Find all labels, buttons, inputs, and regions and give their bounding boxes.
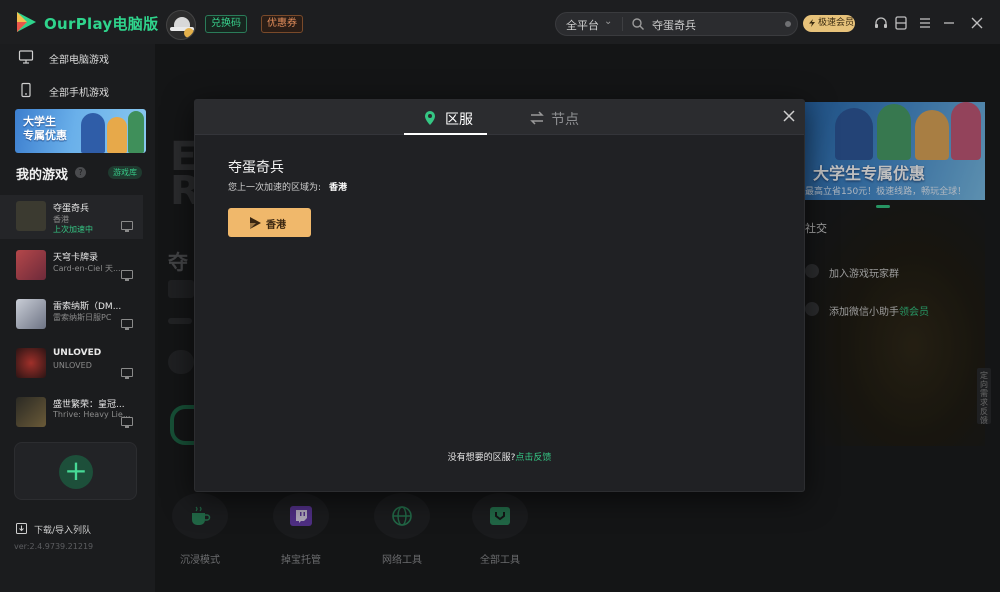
game-name: 雷索纳斯（DM...: [53, 302, 122, 312]
game-name: 夺蛋奇兵: [53, 204, 90, 214]
feedback-prefix: 没有想要的区服?: [447, 453, 516, 463]
download-icon: [16, 523, 27, 534]
tab-label: 节点: [551, 112, 579, 128]
title-bar: OurPlay电脑版 兑换码 优惠券 全平台 ⌄ 夺蛋奇兵 极速会员: [0, 0, 1000, 44]
platform-select[interactable]: 全平台: [566, 17, 599, 33]
search-input[interactable]: 夺蛋奇兵: [652, 17, 696, 33]
last-region-info: 您上一次加速的区域为: 香港: [228, 180, 347, 193]
vip-button[interactable]: 极速会员: [803, 15, 855, 32]
game-library-button[interactable]: 游戏库: [108, 166, 142, 179]
search-icon: [632, 18, 644, 30]
download-label: 下载/导入列队: [34, 526, 92, 536]
region-feedback: 没有想要的区服?点击反馈: [195, 450, 804, 463]
monitor-icon: [18, 50, 34, 64]
game-name: 盛世繁荣：皇冠...: [53, 400, 125, 410]
pc-platform-icon: [121, 368, 133, 379]
phone-icon: [21, 82, 31, 98]
tab-label: 区服: [445, 112, 473, 128]
game-list-item[interactable]: 雷索纳斯（DM... 雷索纳斯日服PC: [0, 293, 143, 337]
sidebar-item-pc-games[interactable]: 全部电脑游戏: [18, 47, 148, 67]
pc-platform-icon: [121, 417, 133, 428]
game-subtitle: 雷索纳斯日服PC: [53, 313, 112, 322]
switch-arrows-icon: [530, 111, 544, 125]
close-window-icon[interactable]: [969, 15, 985, 31]
region-select-dialog: 区服 节点 夺蛋奇兵 您上一次加速的区域为: 香港 香港 没有想要的区服?点击反馈: [194, 99, 805, 492]
chevron-down-icon[interactable]: ⌄: [604, 16, 612, 27]
my-games-heading: 我的游戏: [16, 168, 69, 183]
plus-icon: +: [59, 455, 93, 489]
redeem-code-button[interactable]: 兑换码: [205, 15, 247, 33]
close-icon[interactable]: [782, 109, 796, 123]
sidebar-item-mobile-games[interactable]: 全部手机游戏: [18, 80, 148, 100]
promo-title-line2: 专属优惠: [23, 129, 67, 142]
game-thumbnail: [16, 201, 46, 231]
play-arrow-icon: [250, 217, 261, 229]
game-name: 天穹卡牌录: [53, 253, 99, 263]
mini-mode-icon[interactable]: [893, 15, 909, 31]
game-thumbnail: [16, 250, 46, 280]
region-option-label: 香港: [266, 220, 286, 231]
student-promo-banner[interactable]: 大学生 专属优惠: [15, 109, 146, 153]
game-status: 上次加速中: [53, 225, 93, 234]
search-bar: 全平台 ⌄ 夺蛋奇兵: [555, 12, 798, 36]
last-region-value: 香港: [329, 183, 348, 193]
sidebar-item-label: 全部手机游戏: [49, 88, 109, 99]
avatar-vip-badge: [184, 28, 194, 38]
dialog-header: 区服 节点: [195, 100, 804, 135]
sidebar: 全部电脑游戏 全部手机游戏 大学生 专属优惠 我的游戏 ? 游戏库 夺蛋奇兵 香…: [0, 44, 155, 592]
last-region-label: 您上一次加速的区域为:: [228, 183, 322, 193]
pc-platform-icon: [121, 270, 133, 281]
dialog-game-title: 夺蛋奇兵: [228, 160, 284, 176]
game-thumbnail: [16, 299, 46, 329]
game-thumbnail: [16, 348, 46, 378]
vip-label: 极速会员: [818, 18, 855, 28]
game-subtitle: Card-en-Ciel 天...: [53, 264, 121, 273]
headset-icon[interactable]: [873, 15, 889, 31]
ourplay-logo-icon: [17, 12, 36, 32]
menu-icon[interactable]: [917, 15, 933, 31]
game-list-item[interactable]: UNLOVED UNLOVED: [0, 342, 143, 386]
pc-platform-icon: [121, 221, 133, 232]
game-list-item[interactable]: 盛世繁荣：皇冠... Thrive: Heavy Lie...: [0, 391, 143, 435]
add-game-button[interactable]: +: [14, 442, 137, 500]
active-tab-indicator: [404, 133, 487, 135]
coupon-button[interactable]: 优惠券: [261, 15, 303, 33]
location-pin-icon: [425, 111, 435, 125]
game-thumbnail: [16, 397, 46, 427]
app-brand: OurPlay电脑版: [44, 15, 159, 33]
game-list-item[interactable]: 天穹卡牌录 Card-en-Ciel 天...: [0, 244, 143, 288]
version-text: ver:2.4.9739.21219: [14, 542, 94, 551]
user-avatar[interactable]: [166, 10, 196, 40]
game-subtitle: Thrive: Heavy Lie...: [53, 410, 131, 419]
game-name: UNLOVED: [53, 348, 102, 358]
promo-title-line1: 大学生: [23, 115, 56, 128]
lightning-icon: [809, 19, 815, 27]
region-option-button[interactable]: 香港: [228, 208, 311, 237]
download-queue-link[interactable]: 下载/导入列队: [16, 523, 91, 536]
pc-platform-icon: [121, 319, 133, 330]
minimize-icon[interactable]: [941, 15, 957, 31]
help-icon[interactable]: ?: [75, 167, 86, 178]
sidebar-item-label: 全部电脑游戏: [49, 55, 109, 66]
search-divider: [622, 17, 623, 31]
feedback-link[interactable]: 点击反馈: [515, 453, 551, 463]
game-list-item[interactable]: 夺蛋奇兵 香港 上次加速中: [0, 195, 143, 239]
game-subtitle: UNLOVED: [53, 361, 92, 370]
search-clear-icon[interactable]: [785, 21, 791, 27]
